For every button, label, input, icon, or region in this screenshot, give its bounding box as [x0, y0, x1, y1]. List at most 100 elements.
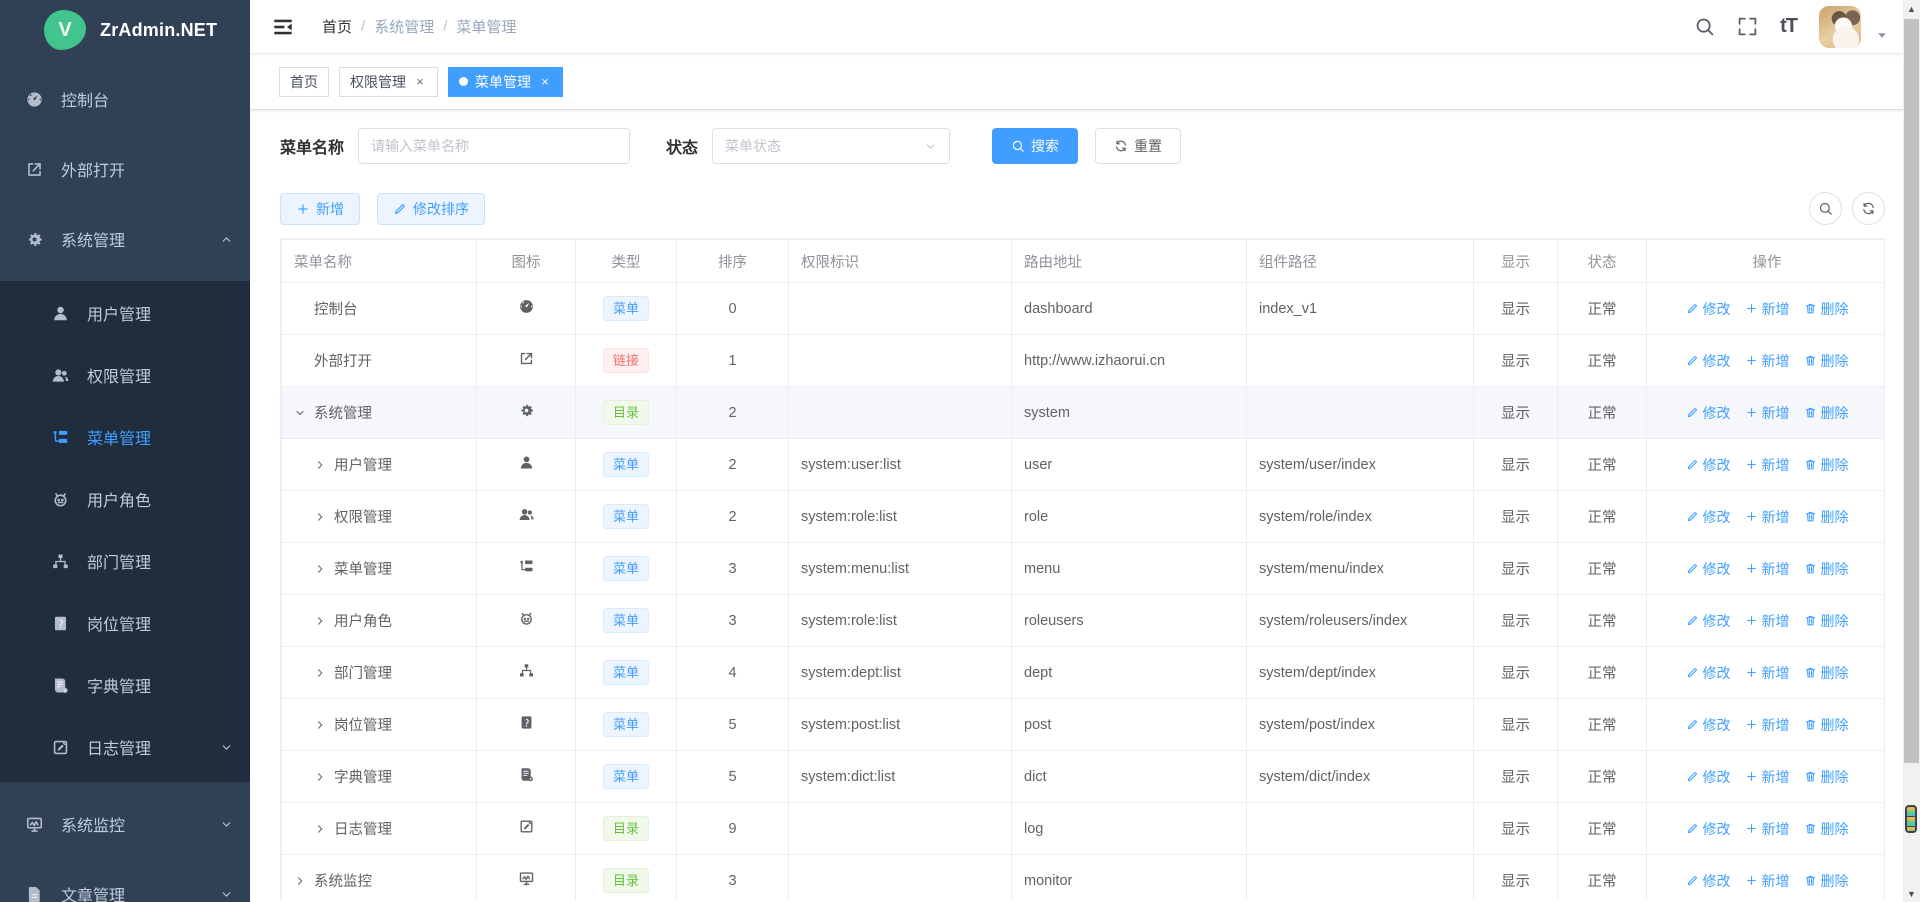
edit-link[interactable]: 修改	[1686, 871, 1731, 891]
row-expand-icon[interactable]	[314, 667, 327, 679]
add-link[interactable]: 新增	[1745, 507, 1790, 527]
row-expand-icon[interactable]	[314, 459, 327, 471]
status-select[interactable]: 菜单状态	[712, 128, 950, 164]
sidebar-item-3[interactable]: 系统管理	[0, 211, 250, 267]
add-link[interactable]: 新增	[1745, 715, 1790, 735]
sidebar-item-2[interactable]: 外部打开	[0, 141, 250, 197]
sidebar-item-10[interactable]: 字典管理	[0, 660, 250, 710]
search-button[interactable]: 搜索	[992, 128, 1078, 164]
delete-link[interactable]: 删除	[1804, 767, 1849, 787]
sidebar-item-4[interactable]: 用户管理	[0, 288, 250, 338]
sidebar-item-11[interactable]: 日志管理	[0, 722, 250, 772]
perms-cell: system:menu:list	[789, 543, 1012, 595]
delete-link[interactable]: 删除	[1804, 455, 1849, 475]
edit-link[interactable]: 修改	[1686, 299, 1731, 319]
chevron-down-icon[interactable]	[1875, 28, 1889, 42]
edit-link[interactable]: 修改	[1686, 507, 1731, 527]
row-expand-icon[interactable]	[314, 511, 327, 523]
fullscreen-icon[interactable]	[1737, 16, 1758, 37]
table-row[interactable]: 岗位管理菜单5system:post:listpostsystem/post/i…	[282, 699, 1886, 751]
add-link[interactable]: 新增	[1745, 455, 1790, 475]
menu-name-input[interactable]	[358, 128, 630, 164]
table-row[interactable]: 控制台菜单0dashboardindex_v1显示正常修改新增删除	[282, 283, 1886, 335]
delete-link[interactable]: 删除	[1804, 559, 1849, 579]
tab-1[interactable]: 首页	[279, 67, 329, 97]
breadcrumb-item-1[interactable]: 首页	[322, 16, 352, 37]
sidebar-item-9[interactable]: 岗位管理	[0, 598, 250, 648]
table-search-toggle-button[interactable]	[1809, 192, 1842, 225]
row-expand-icon[interactable]	[314, 719, 327, 731]
table-row[interactable]: 系统管理目录2system显示正常修改新增删除	[282, 387, 1886, 439]
add-link[interactable]: 新增	[1745, 403, 1790, 423]
delete-link[interactable]: 删除	[1804, 819, 1849, 839]
add-link[interactable]: 新增	[1745, 871, 1790, 891]
delete-link[interactable]: 删除	[1804, 299, 1849, 319]
page-scrollbar[interactable]: ▲ ▼	[1903, 0, 1920, 902]
delete-link[interactable]: 删除	[1804, 611, 1849, 631]
search-icon[interactable]	[1694, 16, 1715, 37]
close-icon[interactable]: ×	[413, 74, 427, 89]
floating-widget[interactable]	[1905, 805, 1917, 833]
table-refresh-button[interactable]	[1852, 192, 1885, 225]
sidebar-collapse-icon[interactable]	[272, 16, 296, 38]
sidebar-item-5[interactable]: 权限管理	[0, 350, 250, 400]
delete-link[interactable]: 删除	[1804, 871, 1849, 891]
edit-link[interactable]: 修改	[1686, 819, 1731, 839]
row-expand-icon[interactable]	[314, 823, 327, 835]
sidebar-item-1[interactable]: 控制台	[0, 71, 250, 127]
add-link[interactable]: 新增	[1745, 559, 1790, 579]
add-link[interactable]: 新增	[1745, 819, 1790, 839]
pencil-icon	[1686, 510, 1699, 523]
add-link[interactable]: 新增	[1745, 767, 1790, 787]
edit-link[interactable]: 修改	[1686, 455, 1731, 475]
row-expand-icon[interactable]	[314, 615, 327, 627]
delete-link[interactable]: 删除	[1804, 351, 1849, 371]
avatar[interactable]	[1819, 6, 1861, 48]
delete-link[interactable]: 删除	[1804, 715, 1849, 735]
close-icon[interactable]: ×	[538, 74, 552, 89]
reset-button[interactable]: 重置	[1095, 128, 1181, 164]
sidebar-item-label: 系统管理	[61, 227, 220, 251]
sidebar-item-13[interactable]: 文章管理	[0, 866, 250, 902]
edit-link[interactable]: 修改	[1686, 715, 1731, 735]
sidebar-item-7[interactable]: 用户角色	[0, 474, 250, 524]
add-link[interactable]: 新增	[1745, 611, 1790, 631]
row-expand-icon[interactable]	[294, 407, 307, 419]
table-row[interactable]: 用户角色菜单3system:role:listroleuserssystem/r…	[282, 595, 1886, 647]
sidebar-item-12[interactable]: 系统监控	[0, 796, 250, 852]
tab-3[interactable]: 菜单管理×	[448, 67, 563, 97]
edit-link[interactable]: 修改	[1686, 351, 1731, 371]
scrollbar-up-arrow-icon[interactable]: ▲	[1903, 0, 1920, 17]
delete-link[interactable]: 删除	[1804, 507, 1849, 527]
sidebar-item-6[interactable]: 菜单管理	[0, 412, 250, 462]
table-row[interactable]: 字典管理菜单5system:dict:listdictsystem/dict/i…	[282, 751, 1886, 803]
table-row[interactable]: 用户管理菜单2system:user:listusersystem/user/i…	[282, 439, 1886, 491]
delete-link[interactable]: 删除	[1804, 663, 1849, 683]
add-link[interactable]: 新增	[1745, 351, 1790, 371]
edit-link[interactable]: 修改	[1686, 559, 1731, 579]
add-button[interactable]: 新增	[280, 193, 360, 225]
table-row[interactable]: 外部打开链接1http://www.izhaorui.cn显示正常修改新增删除	[282, 335, 1886, 387]
tab-2[interactable]: 权限管理×	[339, 67, 438, 97]
edit-link[interactable]: 修改	[1686, 403, 1731, 423]
edit-link[interactable]: 修改	[1686, 663, 1731, 683]
edit-link[interactable]: 修改	[1686, 767, 1731, 787]
row-expand-icon[interactable]	[294, 875, 307, 887]
scrollbar-down-arrow-icon[interactable]: ▼	[1903, 885, 1920, 902]
add-link[interactable]: 新增	[1745, 299, 1790, 319]
table-row[interactable]: 菜单管理菜单3system:menu:listmenusystem/menu/i…	[282, 543, 1886, 595]
scrollbar-thumb[interactable]	[1904, 19, 1919, 763]
add-link[interactable]: 新增	[1745, 663, 1790, 683]
table-row[interactable]: 部门管理菜单4system:dept:listdeptsystem/dept/i…	[282, 647, 1886, 699]
table-row[interactable]: 系统监控目录3monitor显示正常修改新增删除	[282, 855, 1886, 901]
delete-link[interactable]: 删除	[1804, 403, 1849, 423]
app-logo[interactable]: V ZrAdmin.NET	[0, 0, 250, 60]
row-expand-icon[interactable]	[314, 563, 327, 575]
edit-link[interactable]: 修改	[1686, 611, 1731, 631]
sidebar-item-8[interactable]: 部门管理	[0, 536, 250, 586]
font-size-icon[interactable]: tT	[1780, 15, 1797, 38]
edit-sort-button[interactable]: 修改排序	[377, 193, 485, 225]
table-row[interactable]: 权限管理菜单2system:role:listrolesystem/role/i…	[282, 491, 1886, 543]
table-row[interactable]: 日志管理目录9log显示正常修改新增删除	[282, 803, 1886, 855]
row-expand-icon[interactable]	[314, 771, 327, 783]
